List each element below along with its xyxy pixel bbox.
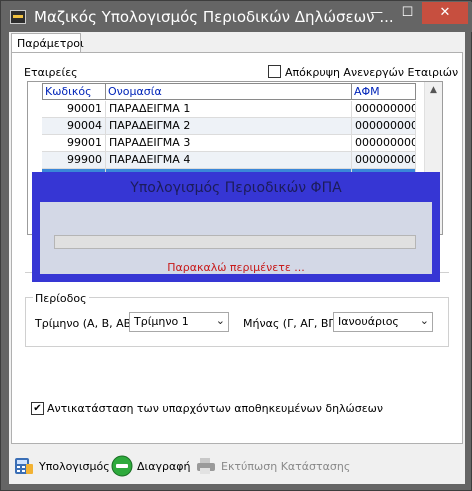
bottom-toolbar: Υπολογισμός Διαγραφή Εκτύπωση Κατάστασης bbox=[9, 452, 465, 480]
cell-code: 99900 bbox=[42, 152, 106, 169]
calculate-label: Υπολογισμός bbox=[39, 459, 110, 473]
replace-checkbox[interactable]: ✔ bbox=[31, 402, 44, 415]
cell-afm: 000000000 bbox=[352, 101, 416, 118]
cell-code: 99001 bbox=[42, 135, 106, 152]
close-button[interactable]: ✕ bbox=[422, 2, 468, 24]
progress-dialog: Υπολογισμός Περιοδικών ΦΠΑ Παρακαλώ περι… bbox=[32, 172, 440, 282]
companies-label: Εταιρείες bbox=[24, 66, 78, 79]
table-row[interactable]: 90001 ΠΑΡΑΔΕΙΓΜΑ 1 000000000 bbox=[42, 101, 416, 118]
cell-name: ΠΑΡΑΔΕΙΓΜΑ 3 bbox=[106, 135, 352, 152]
progress-title: Υπολογισμός Περιοδικών ΦΠΑ bbox=[130, 180, 342, 196]
printer-icon bbox=[195, 455, 217, 477]
month-select-value: Ιανουάριος bbox=[338, 315, 399, 328]
maximize-button[interactable]: ☐ bbox=[394, 2, 421, 24]
minus-circle-icon bbox=[111, 455, 133, 477]
column-header-afm[interactable]: ΑΦΜ bbox=[352, 83, 416, 100]
title-bar: Μαζικός Υπολογισμός Περιοδικών Δηλώσεων … bbox=[2, 2, 472, 32]
cell-name: ΠΑΡΑΔΕΙΓΜΑ 1 bbox=[106, 101, 352, 118]
delete-button[interactable]: Διαγραφή bbox=[111, 452, 190, 480]
print-report-label: Εκτύπωση Κατάστασης bbox=[221, 459, 351, 473]
cell-afm: 000000000 bbox=[352, 118, 416, 135]
month-select[interactable]: Ιανουάριος ⌄ bbox=[333, 312, 433, 332]
scroll-up-icon[interactable]: ▲ bbox=[425, 85, 442, 95]
app-icon bbox=[10, 10, 26, 24]
table-row[interactable]: 90004 ΠΑΡΑΔΕΙΓΜΑ 2 000000000 bbox=[42, 118, 416, 135]
table-row[interactable]: 99001 ΠΑΡΑΔΕΙΓΜΑ 3 000000000 bbox=[42, 135, 416, 152]
hide-inactive-label: Απόκρυψη Ανενεργών Εταιριών bbox=[285, 66, 459, 79]
cell-afm: 000000000 bbox=[352, 135, 416, 152]
replace-label: Αντικατάσταση των υπαρχόντων αποθηκευμέν… bbox=[47, 402, 384, 415]
table-row[interactable]: 99900 ΠΑΡΑΔΕΙΓΜΑ 4 000000000 bbox=[42, 152, 416, 169]
quarter-select[interactable]: Τρίμηνο 1 ⌄ bbox=[129, 312, 229, 332]
tab-parameters[interactable]: Παράμετροι bbox=[11, 33, 84, 52]
progress-bar bbox=[54, 235, 416, 249]
quarter-select-value: Τρίμηνο 1 bbox=[134, 315, 189, 328]
minimize-button[interactable]: — bbox=[363, 2, 390, 24]
progress-panel: Παρακαλώ περιμένετε ... bbox=[40, 202, 432, 274]
delete-label: Διαγραφή bbox=[137, 459, 191, 473]
grid-header: Κωδικός Ονομασία ΑΦΜ bbox=[42, 83, 416, 100]
quarter-label: Τρίμηνο (Α, Β, ΑΒ) bbox=[35, 317, 136, 330]
calculate-button[interactable]: Υπολογισμός bbox=[13, 452, 110, 480]
cell-code: 90004 bbox=[42, 118, 106, 135]
column-header-name[interactable]: Ονομασία bbox=[106, 83, 352, 100]
window-frame: Μαζικός Υπολογισμός Περιοδικών Δηλώσεων … bbox=[0, 0, 472, 491]
chevron-down-icon: ⌄ bbox=[215, 314, 225, 327]
chevron-down-icon: ⌄ bbox=[419, 314, 429, 327]
print-report-button[interactable]: Εκτύπωση Κατάστασης bbox=[195, 452, 350, 480]
calculator-icon bbox=[13, 455, 35, 477]
period-label: Περίοδος bbox=[33, 292, 89, 305]
window-title: Μαζικός Υπολογισμός Περιοδικών Δηλώσεων … bbox=[34, 8, 394, 26]
cell-name: ΠΑΡΑΔΕΙΓΜΑ 2 bbox=[106, 118, 352, 135]
cell-name: ΠΑΡΑΔΕΙΓΜΑ 4 bbox=[106, 152, 352, 169]
month-label: Μήνας (Γ, ΑΓ, ΒΓ) bbox=[243, 317, 339, 330]
cell-afm: 000000000 bbox=[352, 152, 416, 169]
hide-inactive-checkbox[interactable] bbox=[268, 65, 281, 78]
progress-message: Παρακαλώ περιμένετε ... bbox=[167, 261, 305, 274]
cell-code: 90001 bbox=[42, 101, 106, 118]
column-header-code[interactable]: Κωδικός bbox=[42, 83, 106, 100]
